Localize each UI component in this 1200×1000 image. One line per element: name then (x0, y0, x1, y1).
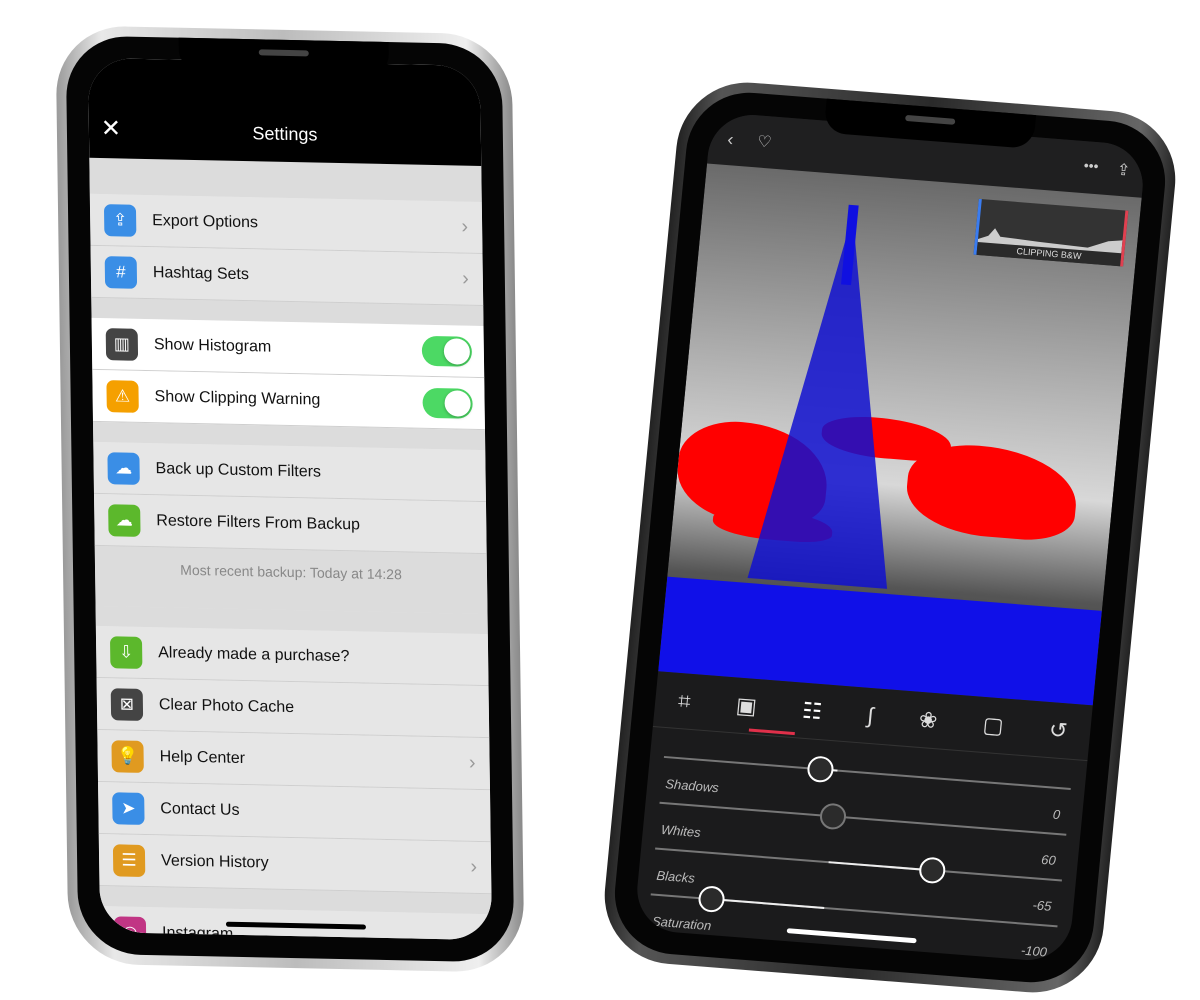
slider-fill (828, 861, 933, 872)
curves-icon[interactable]: ∫ (866, 702, 874, 728)
left-phone: ✕ Settings ⇪ Export Options › # Hashtag Sets… (55, 25, 525, 973)
more-icon[interactable]: ••• (1083, 157, 1099, 174)
cart-icon: ⇩ (109, 635, 143, 669)
settings-row-clear-photo-cache[interactable]: ⊠ Clear Photo Cache (96, 677, 490, 739)
row-label: Already made a purchase? (158, 643, 350, 665)
instagram-icon: ◎ (113, 915, 147, 941)
back-icon[interactable]: ‹ (726, 129, 735, 150)
share-icon[interactable]: ⇪ (1116, 160, 1131, 181)
toggle-switch[interactable] (422, 387, 473, 419)
settings-row-back-up-custom-filters[interactable]: ☁ Back up Custom Filters (93, 441, 486, 503)
slider-fill (646, 939, 820, 955)
row-label: Instagram (161, 923, 234, 941)
frame-icon[interactable]: ▣ (735, 692, 758, 720)
vignette-icon[interactable]: ▢ (982, 711, 1005, 739)
slider-knob[interactable] (818, 802, 848, 831)
row-label: Contact Us (160, 799, 240, 819)
list-icon: ☰ (112, 843, 146, 877)
row-label: Clear Photo Cache (158, 695, 295, 716)
settings-row-show-histogram[interactable]: ▥ Show Histogram (91, 317, 485, 379)
row-label: Show Clipping Warning (154, 387, 321, 409)
row-label: Help Center (159, 747, 246, 767)
chevron-right-icon: › (468, 751, 476, 774)
histogram-icon: ▥ (105, 327, 139, 361)
notch (178, 37, 390, 77)
warning-icon: ⚠ (106, 379, 139, 413)
row-label: Version History (160, 851, 269, 872)
settings-row-help-center[interactable]: 💡 Help Center › (97, 729, 491, 791)
slider-value: -65 (1031, 897, 1053, 914)
chevron-right-icon: › (462, 267, 470, 290)
settings-row-already-made-a-purchase[interactable]: ⇩ Already made a purchase? (95, 625, 489, 687)
adjust-icon[interactable]: ☷ (801, 697, 823, 724)
row-label: Show Histogram (153, 335, 272, 356)
settings-row-export-options[interactable]: ⇪ Export Options › (89, 193, 483, 255)
slider-knob[interactable] (633, 926, 661, 955)
settings-row-version-history[interactable]: ☰ Version History › (98, 833, 492, 895)
row-label: Export Options (152, 211, 259, 231)
cloud-upload-icon: ☁ (107, 451, 140, 485)
slider-label: Saturation (651, 913, 712, 934)
right-phone: ‹ ♡ ••• ⇪ CLIPPING B&W ⌗ ▣ ☷ ∫ ❀ ▢ ↺ Shadows 0 W… (598, 77, 1182, 998)
row-label: Hashtag Sets (152, 263, 250, 283)
settings-row-show-clipping-warning[interactable]: ⚠ Show Clipping Warning (92, 369, 485, 431)
cache-icon: ⊠ (110, 687, 144, 721)
chevron-right-icon: › (461, 215, 469, 238)
slider-track[interactable] (646, 939, 1054, 964)
slider-value: -100 (1020, 942, 1048, 960)
slider-label: Shadows (664, 776, 720, 796)
backup-note: Most recent backup: Today at 14:28 (94, 545, 488, 615)
histogram: CLIPPING B&W (973, 198, 1129, 267)
toggle-switch[interactable] (421, 335, 473, 367)
row-label: Back up Custom Filters (155, 459, 322, 481)
slider-value: 0 (1052, 806, 1061, 823)
photo-preview[interactable]: CLIPPING B&W (658, 163, 1142, 706)
slider-label: Blacks (655, 867, 696, 886)
settings-screen: ✕ Settings ⇪ Export Options › # Hashtag Sets… (87, 57, 493, 941)
settings-row-restore-filters-from-backup[interactable]: ☁ Restore Filters From Backup (93, 493, 487, 555)
slider-knob[interactable] (697, 885, 726, 914)
row-label: Restore Filters From Backup (156, 511, 361, 533)
color-mix-icon[interactable]: ❀ (918, 706, 939, 733)
slider-fill (711, 898, 825, 909)
eiffel-tower (747, 209, 923, 589)
hashtag-icon: # (104, 255, 138, 289)
slider-label: Whites (660, 821, 702, 841)
heart-icon[interactable]: ♡ (756, 131, 773, 152)
lightbulb-icon: 💡 (111, 739, 144, 773)
slider-knob[interactable] (805, 755, 835, 784)
slider-knob[interactable] (918, 856, 947, 885)
share-icon: ⇪ (103, 203, 137, 237)
chevron-right-icon: › (470, 855, 478, 878)
settings-row-contact-us[interactable]: ➤ Contact Us (98, 781, 491, 843)
history-icon[interactable]: ↺ (1048, 717, 1069, 744)
settings-header: ✕ Settings (87, 57, 482, 167)
settings-row-hashtag-sets[interactable]: # Hashtag Sets › (90, 245, 484, 307)
send-icon: ➤ (112, 791, 145, 825)
cloud-download-icon: ☁ (108, 503, 141, 537)
page-title: Settings (252, 123, 318, 145)
slider-value: 60 (1040, 851, 1057, 868)
editor-screen: ‹ ♡ ••• ⇪ CLIPPING B&W ⌗ ▣ ☷ ∫ ❀ ▢ ↺ Shadows 0 W… (633, 111, 1147, 964)
crop-icon[interactable]: ⌗ (677, 687, 692, 714)
